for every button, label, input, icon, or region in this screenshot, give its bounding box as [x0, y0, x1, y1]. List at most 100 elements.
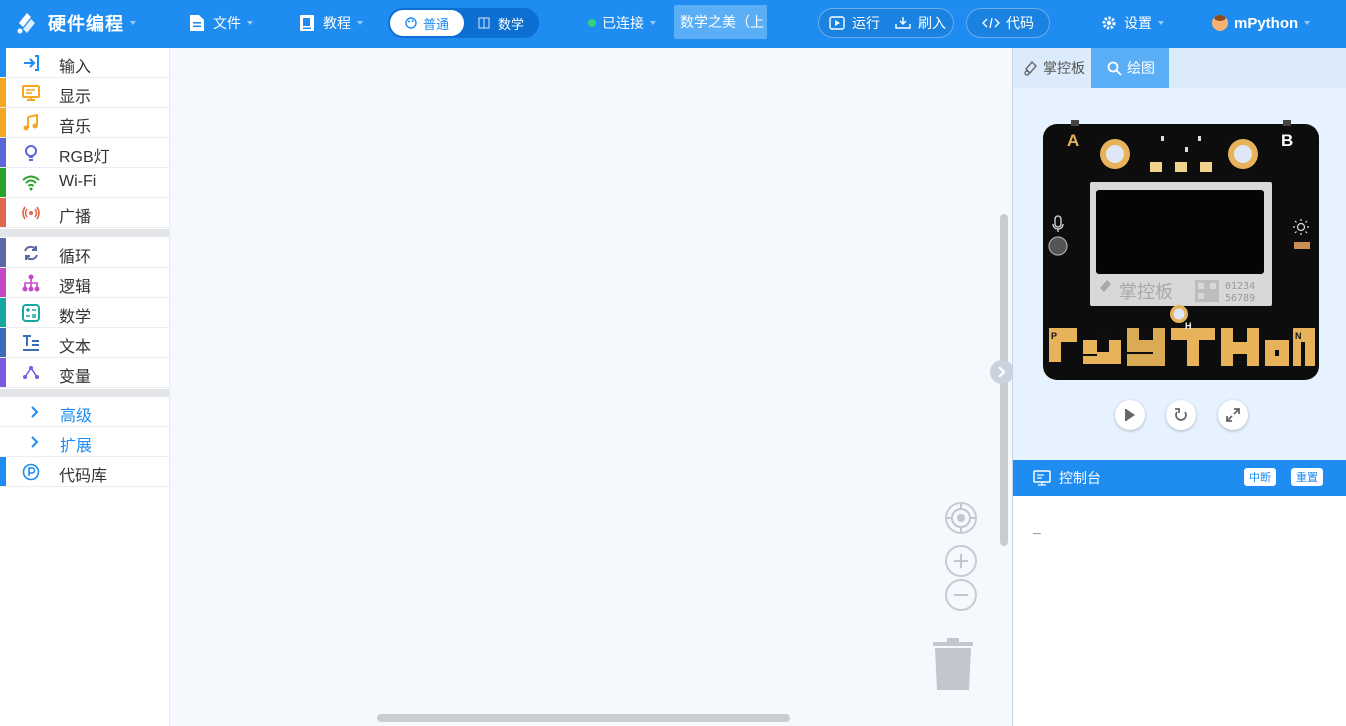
broadcast-icon	[22, 206, 40, 220]
download-icon	[895, 17, 911, 29]
category-loop[interactable]: 循环	[0, 238, 169, 268]
mode-math-label: 数学	[497, 16, 524, 32]
console-reset-button[interactable]: 重置	[1291, 468, 1323, 486]
user-name: mPython	[1234, 14, 1299, 32]
pin-label: H	[1185, 321, 1192, 331]
tab-draw-label: 绘图	[1127, 60, 1155, 76]
flash-label: 刷入	[918, 15, 946, 31]
category-input[interactable]: 输入	[0, 48, 169, 78]
category-label: 循环	[59, 249, 92, 266]
tab-draw[interactable]: 绘图	[1091, 48, 1169, 88]
console-output[interactable]: _	[1013, 496, 1346, 726]
category-text[interactable]: 文本	[0, 328, 169, 358]
recenter-button[interactable]	[945, 502, 977, 534]
category-math[interactable]: 数学	[0, 298, 169, 328]
console-icon	[1033, 470, 1051, 486]
chevron-right-icon	[31, 406, 39, 418]
sidebar-divider	[0, 229, 169, 237]
mode-math-button[interactable]: 数学	[466, 10, 536, 36]
play-icon	[829, 16, 845, 30]
category-label: 变量	[59, 369, 92, 386]
pin-label: T	[1141, 331, 1147, 341]
simulator-panel: 掌控板 绘图 A B 掌控板 01234 56789 P Y T H O N 控…	[1012, 48, 1346, 726]
wifi-icon	[22, 175, 40, 191]
tutorial-menu[interactable]: 教程	[299, 0, 363, 46]
display-icon	[22, 85, 40, 101]
settings-menu[interactable]: 设置	[1101, 0, 1164, 46]
category-code-library[interactable]: 代码库	[0, 457, 169, 487]
target-icon	[947, 504, 975, 532]
console-title: 控制台	[1059, 470, 1101, 486]
category-wifi[interactable]: Wi-Fi	[0, 168, 169, 198]
category-rgb[interactable]: RGB灯	[0, 138, 169, 168]
board-brand-text: 掌控板	[1119, 282, 1173, 303]
category-label: 广播	[59, 209, 92, 226]
board-icon	[1024, 60, 1037, 76]
mode-normal-button[interactable]: 普通	[390, 10, 464, 36]
loop-icon	[24, 245, 38, 261]
category-label: 文本	[59, 339, 92, 356]
mode-normal-label: 普通	[422, 16, 449, 32]
app-logo[interactable]: 硬件编程	[14, 0, 136, 46]
category-label: 逻辑	[59, 279, 92, 296]
file-menu-label: 文件	[213, 15, 241, 31]
qr-text-line-2: 56789	[1225, 293, 1255, 304]
pin-label: O	[1237, 331, 1244, 341]
firmware-selector[interactable]: 数学之美（上	[674, 5, 767, 39]
search-icon	[1107, 61, 1122, 76]
block-workspace[interactable]	[170, 48, 1012, 726]
logo-icon	[17, 13, 35, 34]
category-label: 代码库	[59, 468, 108, 485]
zoom-in-button[interactable]	[945, 545, 977, 577]
category-label: Wi-Fi	[59, 173, 97, 190]
file-icon	[190, 15, 204, 31]
connection-status[interactable]: 已连接	[588, 0, 656, 46]
pin-label: N	[1295, 331, 1302, 341]
user-menu[interactable]: mPython	[1212, 0, 1311, 46]
tutorial-menu-label: 教程	[323, 15, 351, 31]
console-header: 控制台 中断 重置	[1013, 460, 1346, 496]
category-broadcast[interactable]: 广播	[0, 198, 169, 228]
run-button[interactable]: 运行	[829, 9, 880, 37]
math-icon	[22, 304, 40, 322]
category-music[interactable]: 音乐	[0, 108, 169, 138]
settings-label: 设置	[1124, 15, 1152, 31]
bulb-icon	[25, 145, 37, 161]
library-icon	[22, 463, 40, 481]
console-cursor: _	[1033, 520, 1041, 535]
pin-label: Y	[1099, 331, 1105, 341]
simulator-fullscreen-button[interactable]	[1218, 400, 1248, 430]
trash-icon[interactable]	[931, 636, 975, 692]
category-label: 高级	[60, 408, 93, 425]
gear-icon	[1102, 16, 1116, 30]
simulator-reset-button[interactable]	[1166, 400, 1196, 430]
category-display[interactable]: 显示	[0, 78, 169, 108]
expand-icon	[1226, 408, 1240, 422]
console-interrupt-button[interactable]: 中断	[1244, 468, 1276, 486]
category-advanced[interactable]: 高级	[0, 397, 169, 427]
text-icon	[23, 335, 39, 351]
code-button[interactable]: 代码	[966, 8, 1050, 38]
board-simulator-area: A B 掌控板 01234 56789 P Y T H O N	[1013, 88, 1346, 460]
flash-button[interactable]: 刷入	[895, 9, 946, 37]
workspace-horizontal-scrollbar[interactable]	[377, 714, 790, 722]
pin-label: P	[1051, 331, 1057, 341]
category-extension[interactable]: 扩展	[0, 427, 169, 457]
tab-board[interactable]: 掌控板	[1013, 48, 1091, 88]
run-label: 运行	[852, 15, 880, 31]
avatar	[1212, 15, 1228, 31]
code-icon	[982, 17, 1000, 29]
simulator-play-button[interactable]	[1115, 400, 1145, 430]
chevron-right-icon	[998, 366, 1006, 378]
category-variable[interactable]: 变量	[0, 358, 169, 388]
button-b-label: B	[1281, 131, 1293, 150]
chevron-down-icon	[1158, 21, 1164, 25]
chevron-right-icon	[31, 436, 39, 448]
category-label: 音乐	[59, 119, 92, 136]
category-logic[interactable]: 逻辑	[0, 268, 169, 298]
collapse-panel-button[interactable]	[990, 360, 1014, 384]
chevron-down-icon	[650, 21, 656, 25]
zoom-out-button[interactable]	[945, 579, 977, 611]
file-menu[interactable]: 文件	[189, 0, 253, 46]
block-category-sidebar: 输入 显示 音乐 RGB灯 Wi-Fi 广播 循环 逻辑 数学 文本 变量 高级…	[0, 48, 170, 726]
